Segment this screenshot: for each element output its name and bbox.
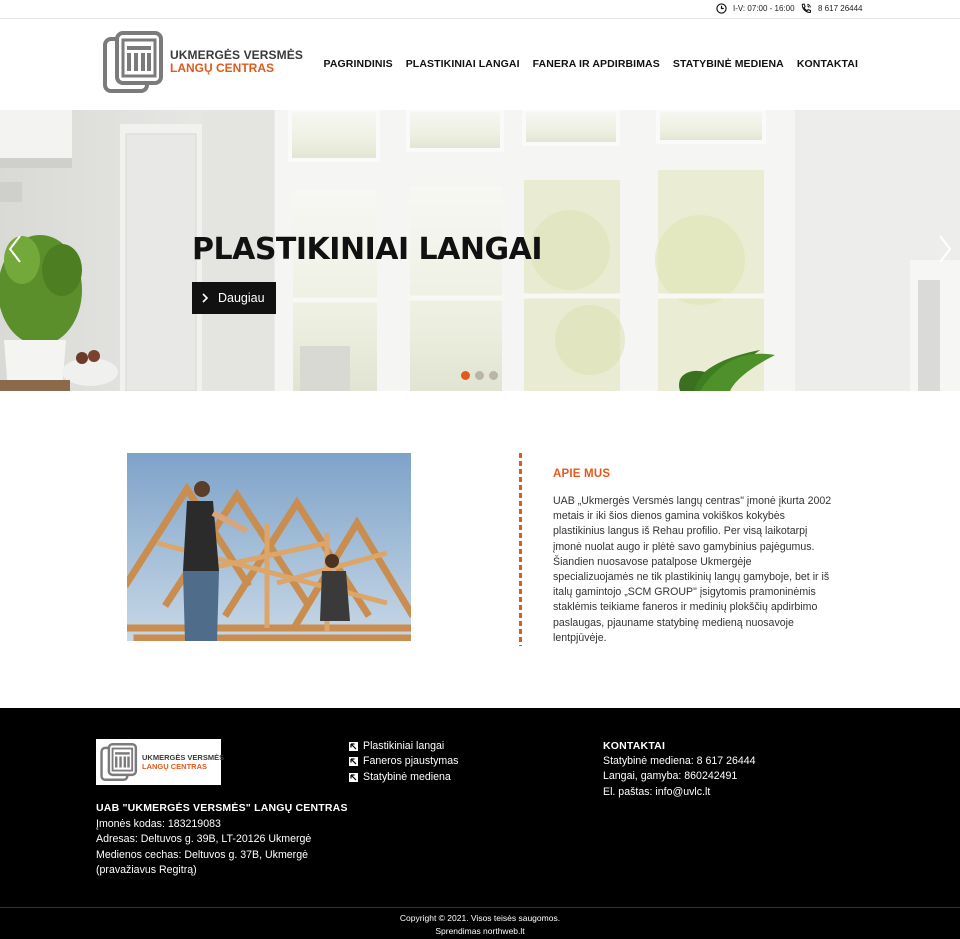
- footer-logo-window-icon: [100, 743, 138, 781]
- top-phone[interactable]: 8 617 26444: [800, 3, 863, 14]
- footer-link-plastikiniai-langai[interactable]: Plastikiniai langai: [349, 739, 458, 754]
- footer-contact-wood[interactable]: Statybinė mediena: 8 617 26444: [603, 754, 756, 769]
- clock-icon: [716, 3, 727, 14]
- nav-item-pagrindinis[interactable]: PAGRINDINIS: [324, 58, 393, 70]
- chevron-right-icon: [202, 293, 209, 303]
- slider-dot-3[interactable]: [489, 371, 498, 380]
- working-hours-text: I-V: 07:00 - 16:00: [733, 4, 795, 13]
- footer-link-label: Plastikiniai langai: [363, 740, 445, 752]
- slider-dot-2[interactable]: [475, 371, 484, 380]
- site-logo[interactable]: UKMERGĖS VERSMĖS LANGŲ CENTRAS: [103, 31, 303, 93]
- top-phone-text: 8 617 26444: [818, 4, 863, 13]
- logo-window-icon: [103, 31, 164, 93]
- footer-logo[interactable]: UKMERGĖS VERSMĖS LANGŲ CENTRAS: [96, 739, 225, 785]
- nav-item-statybine-mediena[interactable]: STATYBINĖ MEDIENA: [673, 58, 784, 70]
- arrow-square-icon: [349, 742, 358, 752]
- copyright-text: Copyright © 2021. Visos teisės saugomos.: [399, 913, 561, 923]
- footer-link-label: Statybinė mediena: [363, 770, 451, 783]
- developer-credit[interactable]: Sprendimas northweb.lt: [0, 925, 960, 938]
- footer-link-faneros-pjaustymas[interactable]: Faneros pjaustymas: [349, 754, 458, 769]
- nav-item-fanera[interactable]: FANERA IR APDIRBIMAS: [533, 58, 660, 70]
- footer-company-name: UAB "UKMERGĖS VERSMĖS" LANGŲ CENTRAS: [96, 802, 348, 814]
- slider-next-arrow-icon[interactable]: [938, 234, 952, 264]
- about-image: [127, 453, 411, 641]
- main-nav: PAGRINDINIS PLASTIKINIAI LANGAI FANERA I…: [324, 58, 858, 70]
- footer-link-statybine-mediena[interactable]: Statybinė mediena: [349, 770, 458, 785]
- footer-wood-shop-note: (pravažiavus Regitrą): [96, 863, 197, 876]
- footer-link-label: Faneros pjaustymas: [363, 755, 459, 768]
- footer-contact-email[interactable]: El. paštas: info@uvlc.lt: [603, 785, 756, 800]
- footer-company-code: Įmonės kodas: 183219083: [96, 818, 221, 830]
- top-bar: I-V: 07:00 - 16:00 8 617 26444: [0, 0, 960, 19]
- hero-more-button-label: Daugiau: [218, 291, 265, 305]
- arrow-square-icon: [349, 757, 358, 767]
- about-title: APIE MUS: [553, 468, 611, 480]
- hero-more-button[interactable]: Daugiau: [192, 282, 276, 314]
- footer-logo-line-1: UKMERGĖS VERSMĖS: [142, 753, 225, 762]
- footer-address: Adresas: Deltuvos g. 39B, LT-20126 Ukmer…: [96, 833, 312, 846]
- logo-line-2: LANGŲ CENTRAS: [170, 61, 274, 75]
- working-hours: I-V: 07:00 - 16:00: [716, 3, 795, 14]
- about-divider: [519, 453, 522, 646]
- slider-dot-1[interactable]: [461, 371, 470, 380]
- footer-contacts-title: KONTAKTAI: [603, 740, 666, 752]
- footer-contact-windows[interactable]: Langai, gamyba: 860242491: [603, 769, 756, 784]
- slider-prev-arrow-icon[interactable]: [8, 234, 22, 264]
- arrow-square-icon: [349, 772, 358, 782]
- footer-contacts: Statybinė mediena: 8 617 26444 Langai, g…: [603, 754, 756, 800]
- nav-item-plastikiniai-langai[interactable]: PLASTIKINIAI LANGAI: [406, 58, 520, 70]
- hero-slider: PLASTIKINIAI LANGAI Daugiau: [0, 110, 960, 391]
- footer-logo-line-2: LANGŲ CENTRAS: [142, 762, 207, 771]
- site-footer: UKMERGĖS VERSMĖS LANGŲ CENTRAS UAB "UKME…: [0, 708, 960, 939]
- slider-dots: [461, 371, 498, 380]
- hero-title: PLASTIKINIAI LANGAI: [192, 232, 543, 267]
- footer-company-details: Įmonės kodas: 183219083 Adresas: Deltuvo…: [96, 817, 311, 878]
- footer-wood-shop-address: Medienos cechas: Deltuvos g. 37B, Ukmerg…: [96, 848, 308, 861]
- about-text: UAB „Ukmergės Versmės langų centras" įmo…: [553, 495, 832, 644]
- phone-icon: [801, 3, 812, 13]
- nav-item-kontaktai[interactable]: KONTAKTAI: [797, 58, 858, 70]
- footer-bottom-bar: Copyright © 2021. Visos teisės saugomos.…: [0, 907, 960, 939]
- site-header: UKMERGĖS VERSMĖS LANGŲ CENTRAS PAGRINDIN…: [0, 19, 960, 110]
- footer-links: Plastikiniai langai Faneros pjaustymas S…: [349, 739, 458, 785]
